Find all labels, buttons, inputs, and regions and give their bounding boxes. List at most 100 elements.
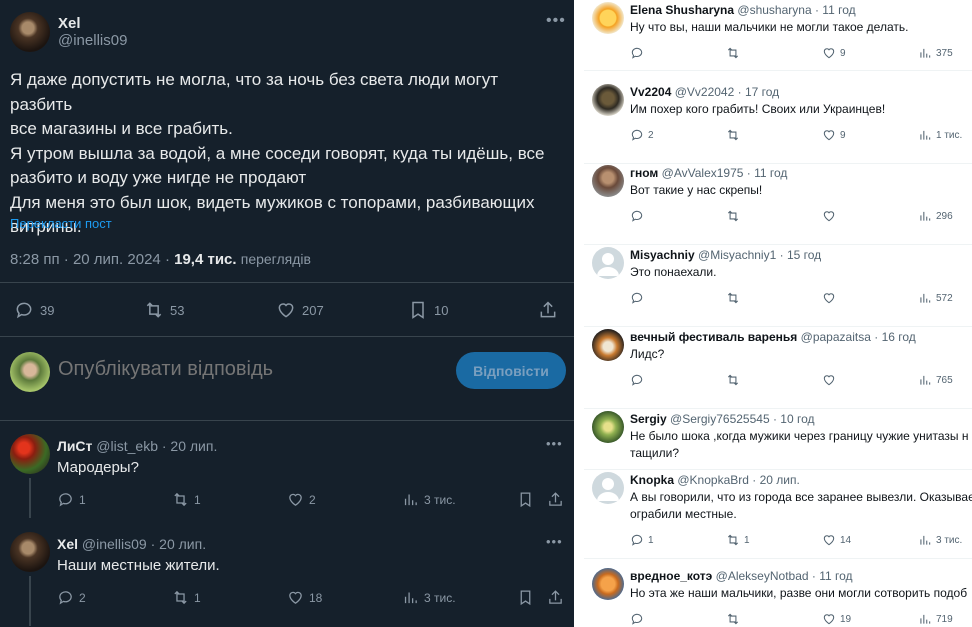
views-button[interactable]: 572 — [918, 291, 953, 305]
reply-item[interactable]: Vv2204 @Vv22042 · 17 год Им похер кого г… — [584, 82, 972, 163]
views-button[interactable]: 1 тис. — [918, 128, 962, 142]
commenter-handle[interactable]: @Misyachniy1 — [698, 248, 776, 262]
more-options-icon[interactable]: ••• — [546, 534, 563, 549]
commenter-handle[interactable]: @AvValex1975 — [662, 166, 744, 180]
reply-submit-button[interactable]: Відповісти — [456, 352, 566, 389]
like-button[interactable]: 2 — [287, 491, 316, 508]
commenter-handle[interactable]: @list_ekb — [96, 438, 158, 454]
repost-button[interactable]: 53 — [144, 300, 184, 320]
post-time[interactable]: 8:28 пп — [10, 251, 60, 268]
repost-button[interactable] — [726, 46, 744, 60]
repost-button[interactable]: 1 — [172, 589, 201, 606]
reply-date[interactable]: · 15 год — [780, 248, 822, 262]
reply-input[interactable] — [58, 358, 388, 381]
author-avatar[interactable] — [10, 12, 50, 52]
commenter-handle[interactable]: @Sergiy76525545 — [670, 412, 770, 426]
reply-item[interactable]: Elena Shusharyna @shusharyna · 11 год Ну… — [584, 0, 972, 70]
reply-button[interactable] — [630, 373, 648, 387]
commenter-avatar[interactable] — [592, 568, 624, 600]
like-button[interactable]: 14 — [822, 533, 851, 547]
bookmark-button[interactable] — [517, 589, 539, 606]
more-options-icon[interactable]: ••• — [546, 12, 566, 30]
comment-date[interactable]: · 20 лип. — [162, 438, 217, 454]
repost-button[interactable] — [726, 373, 744, 387]
like-button[interactable]: 19 — [822, 612, 851, 626]
reply-button[interactable] — [630, 209, 648, 223]
comment-item[interactable]: ЛиСт @list_ekb · 20 лип. ••• Мародеры? 1… — [0, 434, 574, 518]
author-handle[interactable]: @inellis09 — [58, 32, 127, 49]
share-button[interactable] — [538, 300, 564, 320]
reply-date[interactable]: · 17 год — [738, 85, 780, 99]
commenter-name[interactable]: Vv2204 — [630, 85, 671, 99]
default-avatar-icon[interactable] — [592, 472, 624, 504]
repost-button[interactable]: 1 — [726, 533, 750, 547]
default-avatar-icon[interactable] — [592, 247, 624, 279]
repost-button[interactable] — [726, 128, 744, 142]
commenter-name[interactable]: Sergiy — [630, 412, 667, 426]
bookmark-button[interactable]: 10 — [408, 300, 448, 320]
reply-button[interactable] — [630, 291, 648, 305]
like-button[interactable] — [822, 291, 840, 305]
reply-date[interactable]: · 11 год — [747, 166, 788, 180]
reply-button[interactable] — [630, 46, 648, 60]
views-button[interactable]: 3 тис. — [402, 491, 456, 508]
like-button[interactable] — [822, 209, 840, 223]
more-options-icon[interactable]: ••• — [546, 436, 563, 451]
commenter-handle[interactable]: @inellis09 — [82, 536, 147, 552]
reply-date[interactable]: · 11 год — [812, 569, 853, 583]
share-button[interactable] — [547, 491, 569, 508]
reply-button[interactable]: 1 — [57, 491, 86, 508]
reply-date[interactable]: · 10 год — [773, 412, 815, 426]
like-button[interactable]: 9 — [822, 128, 846, 142]
reply-item[interactable]: вечный фестиваль варенья @papazaitsa · 1… — [584, 327, 972, 408]
post-date[interactable]: 20 лип. 2024 — [73, 251, 161, 268]
views-button[interactable]: 3 тис. — [402, 589, 456, 606]
current-user-avatar[interactable] — [10, 352, 50, 392]
commenter-avatar[interactable] — [592, 411, 624, 443]
commenter-name[interactable]: ЛиСт — [57, 438, 92, 454]
views-button[interactable]: 719 — [918, 612, 953, 626]
reply-date[interactable]: · 11 год — [815, 3, 856, 17]
reply-button[interactable]: 39 — [14, 300, 54, 320]
commenter-name[interactable]: Elena Shusharyna — [630, 3, 734, 17]
reply-button[interactable]: 1 — [630, 533, 654, 547]
reply-button[interactable]: 2 — [57, 589, 86, 606]
comment-date[interactable]: · 20 лип. — [151, 536, 206, 552]
commenter-avatar[interactable] — [10, 434, 50, 474]
commenter-name[interactable]: Xel — [57, 536, 78, 552]
like-button[interactable]: 18 — [287, 589, 322, 606]
views-button[interactable]: 3 тис. — [918, 533, 962, 547]
translate-post-link[interactable]: Перекласти пост — [10, 216, 112, 231]
commenter-name[interactable]: вредное_котэ — [630, 569, 712, 583]
reply-item[interactable]: Misyachniy @Misyachniy1 · 15 год Это пон… — [584, 245, 972, 326]
like-button[interactable]: 207 — [276, 300, 324, 320]
commenter-handle[interactable]: @KnopkaBrd — [677, 473, 749, 487]
repost-button[interactable] — [726, 291, 744, 305]
commenter-avatar[interactable] — [10, 532, 50, 572]
commenter-name[interactable]: Knopka — [630, 473, 674, 487]
repost-button[interactable] — [726, 209, 744, 223]
reply-item[interactable]: вредное_котэ @AlekseyNotbad · 11 год Но … — [584, 566, 972, 627]
commenter-avatar[interactable] — [592, 165, 624, 197]
reply-item[interactable]: Knopka @KnopkaBrd · 20 лип. А вы говорил… — [584, 470, 972, 558]
commenter-name[interactable]: Misyachniy — [630, 248, 695, 262]
like-button[interactable]: 9 — [822, 46, 846, 60]
commenter-handle[interactable]: @Vv22042 — [675, 85, 735, 99]
reply-button[interactable]: 2 — [630, 128, 654, 142]
commenter-handle[interactable]: @papazaitsa — [801, 330, 871, 344]
commenter-avatar[interactable] — [592, 2, 624, 34]
commenter-handle[interactable]: @AlekseyNotbad — [716, 569, 809, 583]
commenter-name[interactable]: гном — [630, 166, 658, 180]
bookmark-button[interactable] — [517, 491, 539, 508]
views-button[interactable]: 375 — [918, 46, 953, 60]
reply-date[interactable]: · 16 год — [874, 330, 916, 344]
commenter-avatar[interactable] — [592, 329, 624, 361]
commenter-handle[interactable]: @shusharyna — [737, 3, 811, 17]
views-button[interactable]: 765 — [918, 373, 953, 387]
like-button[interactable] — [822, 373, 840, 387]
views-button[interactable]: 296 — [918, 209, 953, 223]
reply-date[interactable]: · 20 лип. — [752, 473, 800, 487]
author-name[interactable]: Xel — [58, 15, 127, 32]
reply-button[interactable] — [630, 612, 648, 626]
reply-item[interactable]: Sergiy @Sergiy76525545 · 10 год Не было … — [584, 409, 972, 469]
